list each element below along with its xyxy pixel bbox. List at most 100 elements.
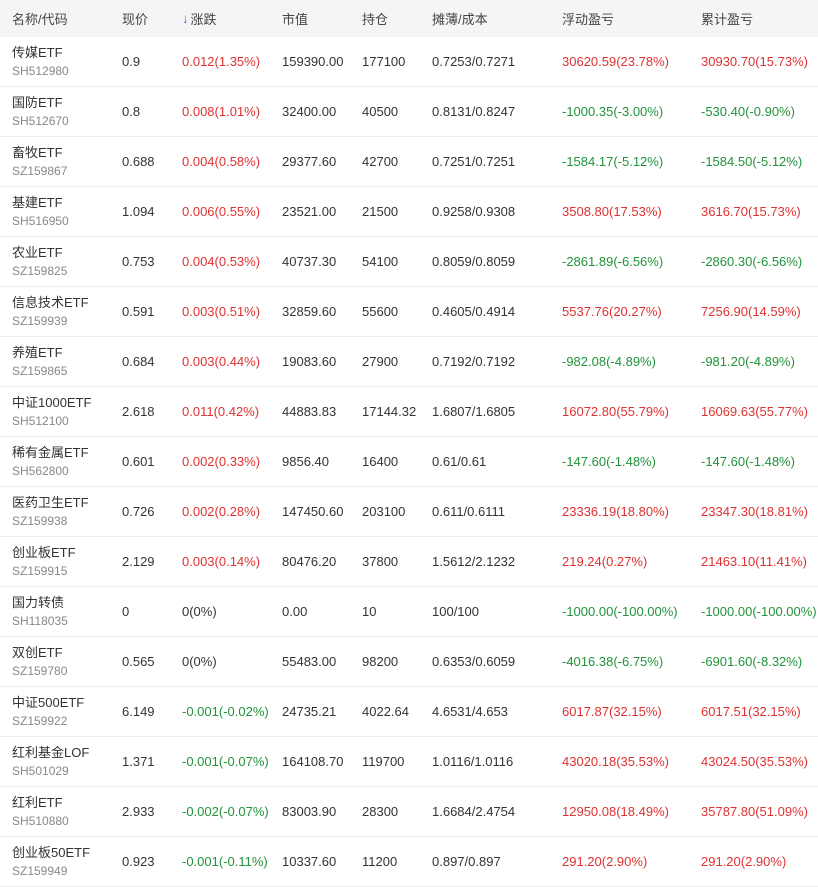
market-value-cell: 44883.83 (282, 404, 337, 419)
table-row[interactable]: 信息技术ETF SZ159939 0.591 0.003(0.51%) 32859.60… (0, 287, 818, 337)
cost-cell: 1.5612/2.1232 (432, 554, 516, 569)
security-name: 养殖ETF (12, 345, 63, 360)
holding-cell: 17144.32 (362, 404, 417, 419)
change-cell: -0.001(-0.02%) (182, 704, 269, 719)
table-row[interactable]: 畜牧ETF SZ159867 0.688 0.004(0.58%) 29377.60 42… (0, 137, 818, 187)
header-market-value[interactable]: 市值 (282, 0, 308, 37)
table-row[interactable]: 国防ETF SH512670 0.8 0.008(1.01%) 32400.00 4050… (0, 87, 818, 137)
price-cell: 0.9 (122, 54, 141, 69)
table-row[interactable]: 基建ETF SH516950 1.094 0.006(0.55%) 23521.00 21… (0, 187, 818, 237)
header-holding[interactable]: 持仓 (362, 0, 388, 37)
change-cell: 0.004(0.53%) (182, 254, 261, 269)
name-code-cell: 创业板ETF SZ159915 (12, 537, 76, 586)
security-code: SZ159865 (12, 364, 68, 378)
total-pl-cell: 3616.70(15.73%) (701, 204, 801, 219)
security-code: SH512100 (12, 414, 69, 428)
holding-cell: 10 (362, 604, 377, 619)
holding-cell: 119700 (362, 754, 405, 769)
name-code-cell: 创业板50ETF SZ159949 (12, 837, 90, 886)
market-value-cell: 32400.00 (282, 104, 337, 119)
market-value-cell: 19083.60 (282, 354, 337, 369)
holding-cell: 37800 (362, 554, 399, 569)
change-cell: 0.012(1.35%) (182, 54, 261, 69)
name-code-cell: 养殖ETF SZ159865 (12, 337, 67, 386)
header-cost[interactable]: 摊薄/成本 (432, 0, 488, 37)
name-code-cell: 双创ETF SZ159780 (12, 637, 67, 686)
market-value-cell: 55483.00 (282, 654, 337, 669)
price-cell: 0.753 (122, 254, 155, 269)
name-code-cell: 信息技术ETF SZ159939 (12, 287, 89, 336)
holding-cell: 28300 (362, 804, 399, 819)
table-row[interactable]: 中证1000ETF SH512100 2.618 0.011(0.42%) 44883.… (0, 387, 818, 437)
table-row[interactable]: 创业板50ETF SZ159949 0.923 -0.001(-0.11%) 10337… (0, 837, 818, 887)
total-pl-cell: -147.60(-1.48%) (701, 454, 795, 469)
table-row[interactable]: 国力转债 SH118035 0 0(0%) 0.00 10 100/100 -1000.00(… (0, 587, 818, 637)
price-cell: 0.601 (122, 454, 155, 469)
table-row[interactable]: 红利ETF SH510880 2.933 -0.002(-0.07%) 83003.90… (0, 787, 818, 837)
table-row[interactable]: 医药卫生ETF SZ159938 0.726 0.002(0.28%) 147450.6… (0, 487, 818, 537)
name-code-cell: 畜牧ETF SZ159867 (12, 137, 67, 186)
cost-cell: 0.7192/0.7192 (432, 354, 516, 369)
price-cell: 1.371 (122, 754, 155, 769)
total-pl-cell: 21463.10(11.41%) (701, 554, 808, 569)
name-code-cell: 传媒ETF SH512980 (12, 37, 69, 86)
holding-cell: 42700 (362, 154, 399, 169)
price-cell: 0.684 (122, 354, 155, 369)
table-row[interactable]: 养殖ETF SZ159865 0.684 0.003(0.44%) 19083.60 27… (0, 337, 818, 387)
header-price[interactable]: 现价 (122, 0, 148, 37)
table-row[interactable]: 稀有金属ETF SH562800 0.601 0.002(0.33%) 9856.40 1… (0, 437, 818, 487)
market-value-cell: 29377.60 (282, 154, 337, 169)
holdings-table: 名称/代码 现价 ↓ 涨跌 市值 持仓 摊薄/成本 浮动盈亏 累计盈亏 传媒ET… (0, 0, 818, 887)
table-row[interactable]: 创业板ETF SZ159915 2.129 0.003(0.14%) 80476.20 3… (0, 537, 818, 587)
table-row[interactable]: 传媒ETF SH512980 0.9 0.012(1.35%) 159390.00 177… (0, 37, 818, 87)
price-cell: 0.591 (122, 304, 155, 319)
name-code-cell: 中证500ETF SZ159922 (12, 687, 84, 736)
security-name: 基建ETF (12, 195, 63, 210)
market-value-cell: 159390.00 (282, 54, 344, 69)
change-cell: 0.003(0.44%) (182, 354, 261, 369)
security-code: SH118035 (12, 614, 68, 628)
table-row[interactable]: 红利基金LOF SH501029 1.371 -0.001(-0.07%) 164108… (0, 737, 818, 787)
header-float-pl-label: 浮动盈亏 (562, 12, 615, 27)
price-cell: 6.149 (122, 704, 155, 719)
header-market-value-label: 市值 (282, 12, 309, 27)
security-name: 红利基金LOF (12, 745, 90, 760)
header-float-pl[interactable]: 浮动盈亏 (562, 0, 614, 37)
float-pl-cell: -2861.89(-6.56%) (562, 254, 664, 269)
market-value-cell: 164108.70 (282, 754, 344, 769)
holding-cell: 40500 (362, 104, 399, 119)
float-pl-cell: 291.20(2.90%) (562, 854, 648, 869)
security-code: SZ159780 (12, 664, 68, 678)
security-code: SH501029 (12, 764, 69, 778)
cost-cell: 0.897/0.897 (432, 854, 501, 869)
change-cell: -0.001(-0.07%) (182, 754, 269, 769)
total-pl-cell: -530.40(-0.90%) (701, 104, 795, 119)
cost-cell: 0.61/0.61 (432, 454, 487, 469)
market-value-cell: 0.00 (282, 604, 308, 619)
security-name: 医药卫生ETF (12, 495, 89, 510)
change-cell: 0.011(0.42%) (182, 404, 260, 419)
change-cell: 0.003(0.51%) (182, 304, 261, 319)
header-name-code[interactable]: 名称/代码 (12, 0, 68, 37)
market-value-cell: 147450.60 (282, 504, 344, 519)
total-pl-cell: -2860.30(-6.56%) (701, 254, 803, 269)
header-total-pl[interactable]: 累计盈亏 (701, 0, 753, 37)
float-pl-cell: -1000.00(-100.00%) (562, 604, 678, 619)
market-value-cell: 24735.21 (282, 704, 337, 719)
table-row[interactable]: 农业ETF SZ159825 0.753 0.004(0.53%) 40737.30 54… (0, 237, 818, 287)
security-code: SH512670 (12, 114, 69, 128)
security-code: SH516950 (12, 214, 69, 228)
price-cell: 0.8 (122, 104, 141, 119)
market-value-cell: 9856.40 (282, 454, 329, 469)
table-row[interactable]: 双创ETF SZ159780 0.565 0(0%) 55483.00 98200 0.63… (0, 637, 818, 687)
cost-cell: 0.8131/0.8247 (432, 104, 516, 119)
change-cell: 0(0%) (182, 604, 217, 619)
header-change[interactable]: ↓ 涨跌 (182, 0, 217, 37)
table-row[interactable]: 中证500ETF SZ159922 6.149 -0.001(-0.02%) 24735… (0, 687, 818, 737)
change-cell: 0(0%) (182, 654, 217, 669)
float-pl-cell: 23336.19(18.80%) (562, 504, 669, 519)
security-code: SZ159922 (12, 714, 68, 728)
total-pl-cell: -1000.00(-100.00%) (701, 604, 817, 619)
name-code-cell: 医药卫生ETF SZ159938 (12, 487, 89, 536)
holding-cell: 27900 (362, 354, 399, 369)
